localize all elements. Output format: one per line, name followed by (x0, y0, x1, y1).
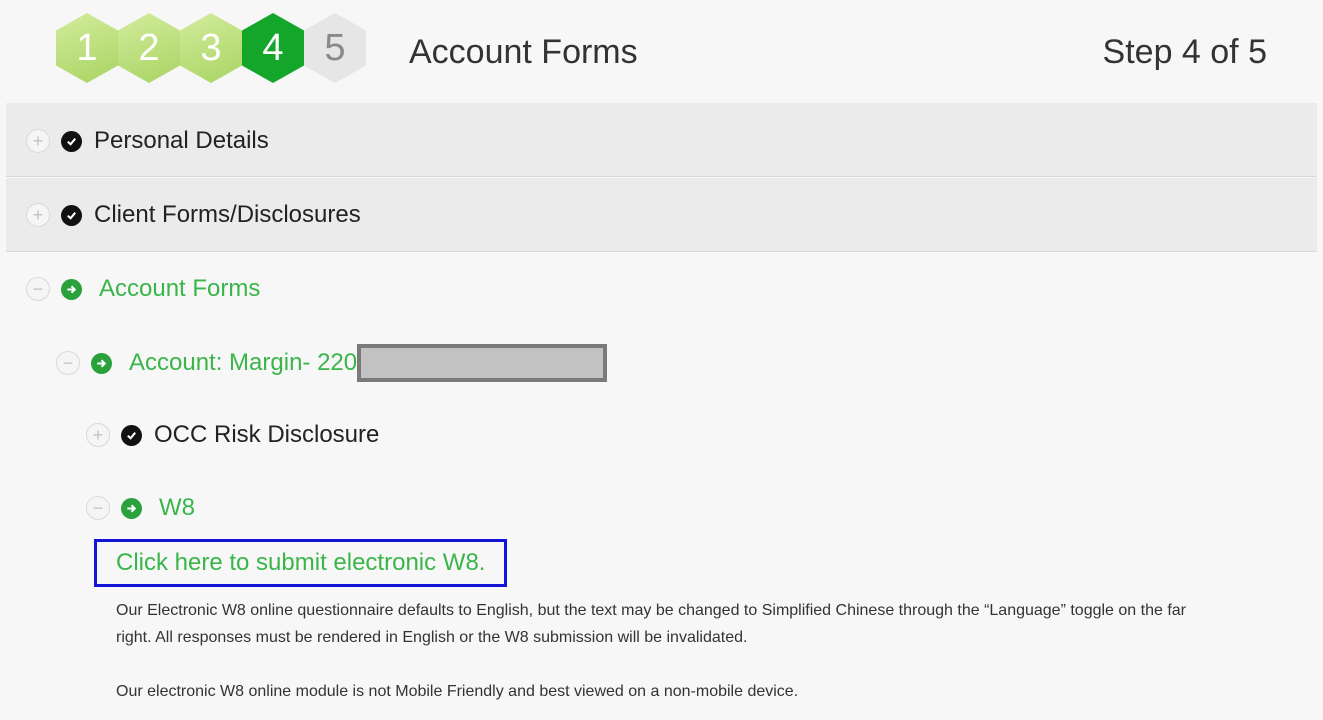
check-circle-icon (61, 204, 82, 226)
page-title: Account Forms (409, 33, 638, 71)
step-indicator: Step 4 of 5 (1102, 33, 1267, 71)
account-margin-label: Account: Margin- 220 (129, 349, 358, 376)
account-forms-label: Account Forms (99, 275, 261, 302)
w8-mobile-note: Our electronic W8 online module is not M… (116, 683, 799, 700)
expand-plus-icon[interactable]: + (26, 203, 50, 227)
occ-risk-label: OCC Risk Disclosure (154, 421, 380, 448)
collapse-minus-icon[interactable]: − (86, 496, 110, 520)
account-margin-row[interactable]: − Account: Margin- 220 (56, 344, 608, 382)
client-forms-row[interactable]: + Client Forms/Disclosures (26, 200, 361, 230)
collapse-minus-icon[interactable]: − (56, 351, 80, 375)
w8-row[interactable]: − W8 (86, 493, 195, 523)
arrow-right-circle-icon (91, 352, 112, 374)
step-3-hex: 3 (180, 13, 242, 83)
personal-details-row[interactable]: + Personal Details (26, 126, 269, 156)
arrow-right-circle-icon (61, 278, 82, 300)
check-circle-icon (61, 130, 82, 152)
step-1-hex: 1 (56, 13, 118, 83)
check-circle-icon (121, 424, 142, 446)
step-2-hex: 2 (118, 13, 180, 83)
submit-w8-link[interactable]: Click here to submit electronic W8. (94, 539, 507, 587)
expand-plus-icon[interactable]: + (26, 129, 50, 153)
w8-language-note: Our Electronic W8 online questionnaire d… (116, 602, 1186, 646)
page-header: 1 2 3 4 5 Account Forms Step 4 of 5 (0, 0, 1323, 103)
client-forms-label: Client Forms/Disclosures (94, 201, 361, 228)
step-5-hex: 5 (304, 13, 366, 83)
collapse-minus-icon[interactable]: − (26, 277, 50, 301)
w8-label: W8 (159, 494, 195, 521)
arrow-right-circle-icon (121, 497, 142, 519)
account-forms-row[interactable]: − Account Forms (26, 274, 260, 304)
expand-plus-icon[interactable]: + (86, 423, 110, 447)
occ-risk-row[interactable]: + OCC Risk Disclosure (86, 420, 379, 450)
personal-details-label: Personal Details (94, 127, 269, 154)
step-4-hex: 4 (242, 13, 304, 83)
redacted-account-number (357, 344, 608, 382)
